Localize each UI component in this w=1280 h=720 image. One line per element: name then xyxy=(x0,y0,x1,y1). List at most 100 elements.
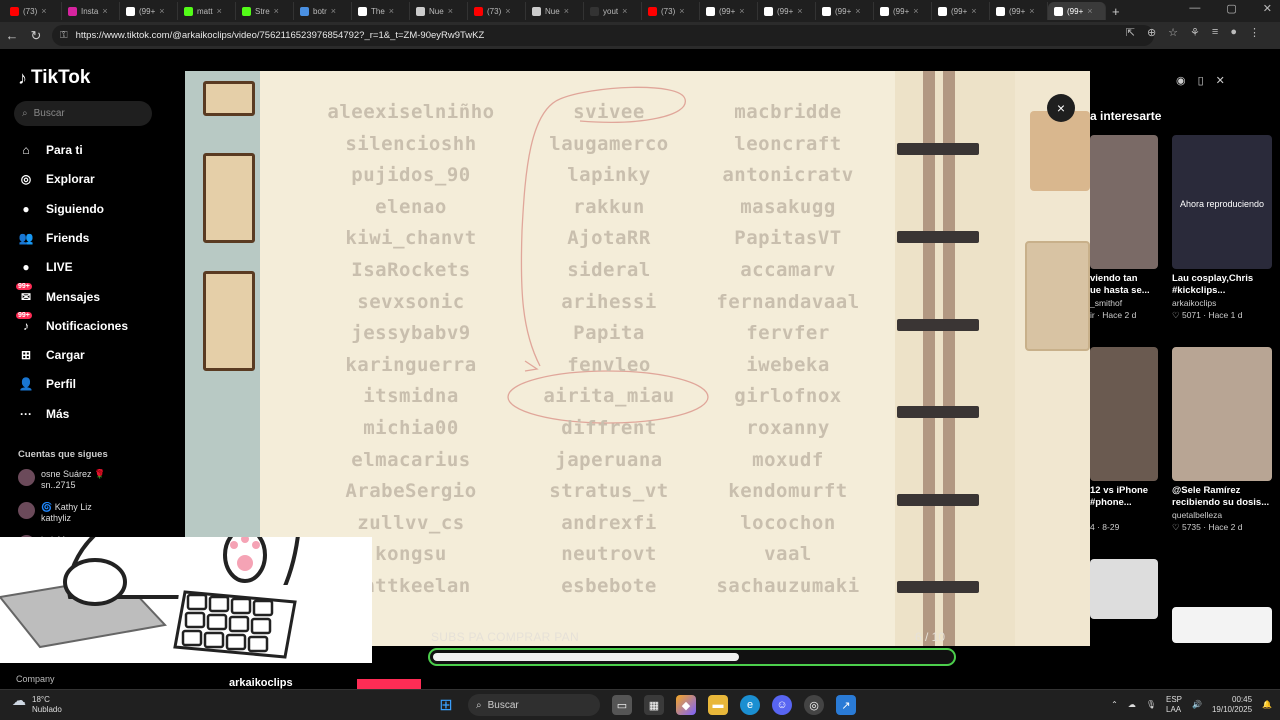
tab-close-icon[interactable]: × xyxy=(505,6,510,16)
browser-tab[interactable]: (99+ × xyxy=(816,2,874,20)
tiktok-logo[interactable]: ♪ TikTok xyxy=(18,67,90,89)
browser-tab[interactable]: Stre × xyxy=(236,2,294,20)
browser-tab[interactable]: The × xyxy=(352,2,410,20)
nav-item-explorar[interactable]: ◎ Explorar xyxy=(18,171,95,187)
nav-item-live[interactable]: ● LIVE xyxy=(18,259,72,275)
browser-tab[interactable]: botr × xyxy=(294,2,352,20)
tab-close-icon[interactable]: × xyxy=(159,6,164,16)
discord-icon[interactable]: ☺ xyxy=(772,695,792,715)
maximize-button[interactable]: ▢ xyxy=(1226,2,1236,15)
video-progress-bar[interactable] xyxy=(428,648,956,666)
tab-close-icon[interactable]: × xyxy=(913,6,918,16)
nav-item-perfil[interactable]: 👤 Perfil xyxy=(18,376,77,392)
profile-avatar-icon[interactable]: ● xyxy=(1230,26,1237,39)
follow-button[interactable] xyxy=(357,679,421,689)
following-account[interactable]: osne Suárez 🌹 sn..2715 xyxy=(18,469,105,491)
browser-tab[interactable]: matt × xyxy=(178,2,236,20)
tab-label: (99+ xyxy=(835,6,852,16)
downloads-icon[interactable]: ≡ xyxy=(1212,26,1218,39)
menu-icon[interactable]: ⋮ xyxy=(1249,26,1260,39)
network-icon[interactable]: ☁ xyxy=(1128,700,1136,710)
tab-close-icon[interactable]: × xyxy=(855,6,860,16)
tab-close-icon[interactable]: × xyxy=(389,6,394,16)
tab-close-icon[interactable]: × xyxy=(331,6,336,16)
nav-item-friends[interactable]: 👥 Friends xyxy=(18,230,90,246)
back-button[interactable]: ← xyxy=(0,28,24,43)
nav-item-m-s[interactable]: ··· Más xyxy=(18,406,69,422)
search-input[interactable]: ⌕ Buscar xyxy=(14,101,152,126)
video-thumbnail[interactable] xyxy=(1172,347,1272,481)
share-icon[interactable]: ⇱ xyxy=(1126,26,1135,39)
tab-close-icon[interactable]: × xyxy=(739,6,744,16)
browser-tab[interactable]: (73) × xyxy=(642,2,700,20)
video-thumbnail[interactable]: Ahora reproduciendo xyxy=(1172,135,1272,269)
chrome-icon[interactable]: ◎ xyxy=(804,695,824,715)
browser-tab[interactable]: (99+ × xyxy=(874,2,932,20)
browser-tab[interactable]: (73) × xyxy=(468,2,526,20)
nav-item-mensajes[interactable]: ✉ 99+ Mensajes xyxy=(16,282,100,305)
close-icon[interactable]: ✕ xyxy=(1216,74,1225,87)
edge-icon[interactable]: e xyxy=(740,695,760,715)
url-field[interactable]: ⚿ https://www.tiktok.com/@arkaikoclips/v… xyxy=(52,25,1154,46)
browser-tab[interactable]: (99+ × xyxy=(932,2,990,20)
tab-close-icon[interactable]: × xyxy=(622,6,627,16)
mic-icon[interactable]: 🎙 xyxy=(1146,700,1156,710)
browser-tab[interactable]: Insta × xyxy=(62,2,120,20)
company-link[interactable]: Company xyxy=(16,674,55,684)
zoom-icon[interactable]: ⊕ xyxy=(1147,26,1156,39)
app-icon[interactable]: ↗ xyxy=(836,695,856,715)
browser-tab[interactable]: Nue × xyxy=(526,2,584,20)
extensions-icon[interactable]: ⚘ xyxy=(1190,26,1200,39)
following-account[interactable]: 🌀 Kathy Liz kathyliz xyxy=(18,502,92,524)
tab-close-icon[interactable]: × xyxy=(1087,6,1092,16)
tray-chevron-icon[interactable]: ⌃ xyxy=(1111,700,1118,710)
language-indicator[interactable]: ESP LAA xyxy=(1166,695,1182,715)
nav-item-siguiendo[interactable]: ● Siguiendo xyxy=(18,201,104,217)
video-thumbnail[interactable] xyxy=(1172,607,1272,643)
nav-item-para-ti[interactable]: ⌂ Para ti xyxy=(18,142,82,158)
video-thumbnail[interactable] xyxy=(1090,347,1158,481)
video-thumbnail[interactable] xyxy=(1090,559,1158,619)
browser-tab[interactable]: yout × xyxy=(584,2,642,20)
tab-close-icon[interactable]: × xyxy=(41,6,46,16)
volume-icon[interactable]: 🔊 xyxy=(1192,700,1202,710)
windows-start-icon[interactable]: ⊞ xyxy=(436,695,456,715)
tab-close-icon[interactable]: × xyxy=(448,6,453,16)
reload-button[interactable]: ↻ xyxy=(24,28,48,44)
video-thumbnail[interactable] xyxy=(1090,135,1158,269)
store-icon[interactable]: ▦ xyxy=(644,695,664,715)
browser-tab[interactable]: (99+ × xyxy=(700,2,758,20)
browser-tab[interactable]: (73) × xyxy=(4,2,62,20)
tab-close-icon[interactable]: × xyxy=(274,6,279,16)
close-window-button[interactable]: ✕ xyxy=(1263,2,1272,15)
nav-item-notificaciones[interactable]: ♪ 99+ Notificaciones xyxy=(16,311,128,334)
browser-tab[interactable]: (99+ × xyxy=(758,2,816,20)
tab-close-icon[interactable]: × xyxy=(102,6,107,16)
browser-tab[interactable]: (99+ × xyxy=(990,2,1048,20)
tab-close-icon[interactable]: × xyxy=(564,6,569,16)
live-icon[interactable]: ◉ xyxy=(1176,74,1186,87)
tab-close-icon[interactable]: × xyxy=(797,6,802,16)
bookmark-star-icon[interactable]: ☆ xyxy=(1168,26,1178,39)
browser-tab[interactable]: (99+ × xyxy=(1048,2,1106,20)
browser-tab[interactable]: Nue × xyxy=(410,2,468,20)
browser-tab[interactable]: (99+ × xyxy=(120,2,178,20)
site-info-icon[interactable]: ⚿ xyxy=(60,30,68,41)
copilot-icon[interactable]: ◆ xyxy=(676,695,696,715)
tab-close-icon[interactable]: × xyxy=(971,6,976,16)
tab-close-icon[interactable]: × xyxy=(1029,6,1034,16)
file-explorer-icon[interactable]: ▬ xyxy=(708,695,728,715)
task-view-icon[interactable]: ▭ xyxy=(612,695,632,715)
new-tab-button[interactable]: + xyxy=(1112,4,1120,19)
notifications-icon[interactable]: 🔔 xyxy=(1262,700,1272,710)
tab-close-icon[interactable]: × xyxy=(679,6,684,16)
close-video-button[interactable]: × xyxy=(1047,94,1075,122)
clock[interactable]: 00:45 19/10/2025 xyxy=(1212,695,1252,715)
weather-widget[interactable]: ☁ 18°C Nublado xyxy=(12,693,62,715)
phone-icon[interactable]: ▯ xyxy=(1198,74,1204,87)
minimize-button[interactable]: — xyxy=(1189,2,1200,15)
taskbar-search[interactable]: ⌕ Buscar xyxy=(468,694,600,716)
nav-item-cargar[interactable]: ⊞ Cargar xyxy=(18,347,85,363)
creator-username[interactable]: arkaikoclips xyxy=(229,677,293,689)
tab-close-icon[interactable]: × xyxy=(217,6,222,16)
